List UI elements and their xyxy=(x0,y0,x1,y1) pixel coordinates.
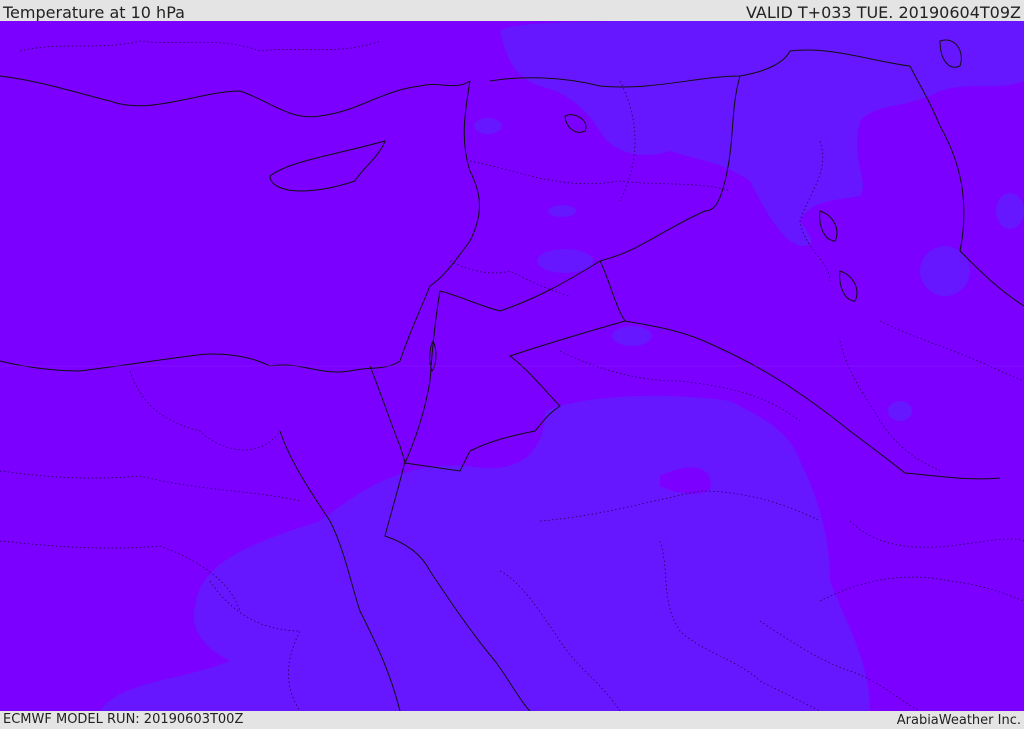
model-run-label: ECMWF MODEL RUN: 20190603T00Z xyxy=(3,712,244,727)
credit-label: ArabiaWeather Inc. xyxy=(896,713,1021,728)
map-canvas xyxy=(0,21,1024,711)
map-svg xyxy=(0,21,1024,711)
header-bar: Temperature at 10 hPa VALID T+033 TUE. 2… xyxy=(0,0,1024,22)
map-title: Temperature at 10 hPa xyxy=(3,3,185,22)
valid-time: VALID T+033 TUE. 20190604T09Z xyxy=(745,3,1021,22)
contour-blob-far-east xyxy=(996,193,1024,229)
contour-blob-red-sea xyxy=(473,529,497,543)
footer-bar: ECMWF MODEL RUN: 20190603T00Z ArabiaWeat… xyxy=(0,711,1024,729)
weather-map-figure: Temperature at 10 hPa VALID T+033 TUE. 2… xyxy=(0,0,1024,729)
contour-blob-syria-north xyxy=(548,205,576,217)
contour-blob-kuwait xyxy=(888,401,912,421)
contour-blob-turkey-south xyxy=(474,118,502,134)
contour-blob-syria xyxy=(537,249,593,273)
contour-blob-iraq-west xyxy=(612,326,652,346)
